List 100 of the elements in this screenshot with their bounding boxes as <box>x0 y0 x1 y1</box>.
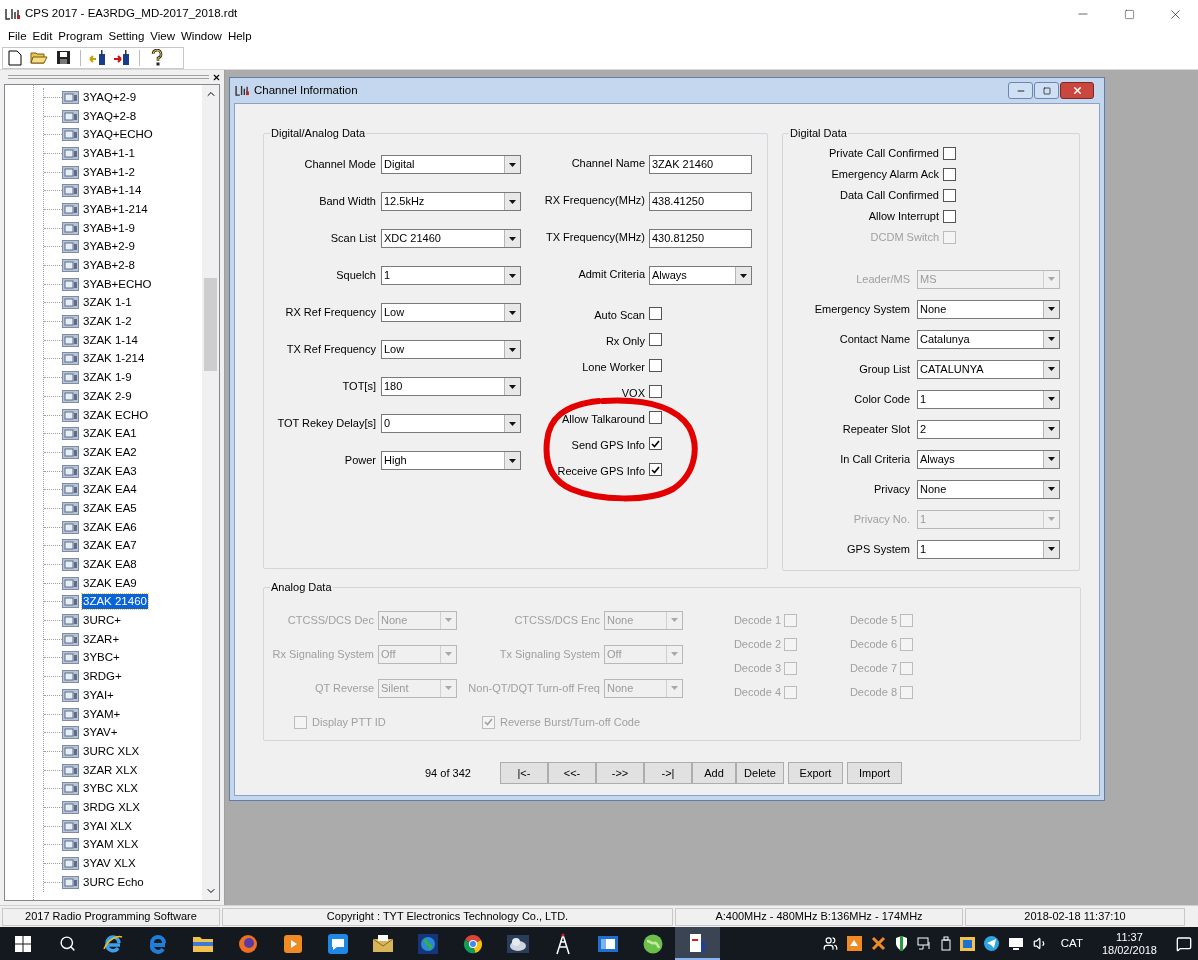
dropdown[interactable]: XDC 21460 <box>381 229 521 248</box>
tray-app-icon[interactable] <box>870 936 886 951</box>
tree-item[interactable]: 3ZAK 1-9 <box>82 370 133 386</box>
tree-item[interactable]: 3URC+ <box>82 613 123 629</box>
dropdown[interactable]: 12.5kHz <box>381 192 521 211</box>
network-icon[interactable] <box>916 936 932 951</box>
dropdown[interactable]: 1 <box>917 389 1060 409</box>
shield-icon[interactable] <box>894 936 908 951</box>
tree-item[interactable]: 3ZAK EA4 <box>82 482 138 498</box>
tree-item[interactable]: 3YAQ+ECHO <box>82 127 154 143</box>
language-indicator[interactable]: CAT <box>1060 934 1083 953</box>
menu-item[interactable]: Program <box>55 28 106 46</box>
menu-item[interactable]: Setting <box>105 28 148 46</box>
text-field[interactable]: 430.81250 <box>649 229 752 248</box>
nav-button[interactable]: Import <box>847 762 902 784</box>
tree-item[interactable]: 3YAB+1-2 <box>82 164 136 180</box>
tree-item[interactable]: 3YAB+1-14 <box>82 183 143 199</box>
dropdown[interactable]: None <box>917 479 1060 499</box>
tree-item[interactable]: 3ZAR+ <box>82 631 121 647</box>
nav-button[interactable]: ->> <box>596 762 644 784</box>
usb-drive-icon[interactable] <box>940 936 951 951</box>
menu-item[interactable]: Help <box>224 28 255 46</box>
text-field[interactable]: 438.41250 <box>649 192 752 211</box>
close-panel-icon[interactable] <box>212 72 221 82</box>
scrollbar[interactable] <box>202 85 219 900</box>
tree-item[interactable]: 3ZAK 2-9 <box>82 388 133 404</box>
clock[interactable]: 11:37 18/02/2018 <box>1101 930 1157 957</box>
dropdown[interactable]: Low <box>381 340 521 359</box>
dropdown[interactable]: High <box>381 451 521 470</box>
close-button[interactable] <box>1060 82 1094 99</box>
dropdown[interactable]: Always <box>649 266 752 285</box>
dropdown[interactable]: Low <box>381 303 521 322</box>
new-document-icon[interactable] <box>8 49 22 66</box>
people-icon[interactable] <box>822 936 838 951</box>
dropdown[interactable]: None <box>917 299 1060 319</box>
tree-item[interactable]: 3YAM+ <box>82 706 122 722</box>
tree-item[interactable]: 3RDG XLX <box>82 799 141 815</box>
checkbox[interactable] <box>649 411 662 424</box>
nav-button[interactable]: Export <box>788 762 843 784</box>
dropdown[interactable]: CATALUNYA <box>917 359 1060 379</box>
tree-item[interactable]: 3YAB+ECHO <box>82 276 153 292</box>
tree-item[interactable]: 3ZAK EA5 <box>82 500 138 516</box>
help-icon[interactable] <box>151 49 163 66</box>
tree-item[interactable]: 3YAV XLX <box>82 856 137 872</box>
dropdown[interactable]: 2 <box>917 419 1060 439</box>
tree-item[interactable]: 3YAV+ <box>82 725 119 741</box>
tree-item[interactable]: 3YAM XLX <box>82 837 140 853</box>
tree-item[interactable]: 3ZAK EA6 <box>82 519 138 535</box>
tree-item[interactable]: 3ZAR XLX <box>82 762 139 778</box>
tree-item[interactable]: 3YBC XLX <box>82 781 139 797</box>
tree-item[interactable]: 3ZAK ECHO <box>82 407 150 423</box>
tree-item[interactable]: 3YBC+ <box>82 650 121 666</box>
tree-item[interactable]: 3YAQ+2-9 <box>82 89 138 105</box>
menu-item[interactable]: Window <box>178 28 225 46</box>
tree-item[interactable]: 3ZAK EA8 <box>82 557 138 573</box>
dropdown[interactable]: 1 <box>917 539 1060 559</box>
nav-button[interactable]: <<- <box>548 762 596 784</box>
dropdown[interactable]: 0 <box>381 414 521 433</box>
radio-read-icon[interactable] <box>89 49 107 66</box>
dropdown[interactable]: Digital <box>381 155 521 174</box>
dropdown[interactable]: 1 <box>381 266 521 285</box>
checkbox[interactable] <box>943 168 956 181</box>
menu-item[interactable]: Edit <box>29 28 56 46</box>
tree-item[interactable]: 3RDG+ <box>82 669 123 685</box>
tree-item[interactable]: 3YAB+1-214 <box>82 201 149 217</box>
tree-item[interactable]: 3ZAK EA9 <box>82 575 138 591</box>
save-icon[interactable] <box>55 50 71 65</box>
menu-item[interactable]: View <box>147 28 178 46</box>
checkbox[interactable] <box>649 333 662 346</box>
nav-button[interactable]: Delete <box>736 762 784 784</box>
tree-item[interactable]: 3YAI XLX <box>82 818 133 834</box>
tray-app-icon[interactable] <box>846 936 862 951</box>
tree-item[interactable]: 3URC Echo <box>82 874 145 890</box>
checkbox[interactable] <box>649 437 662 450</box>
checkbox[interactable] <box>943 189 956 202</box>
checkbox[interactable] <box>649 385 662 398</box>
checkbox[interactable] <box>649 463 662 476</box>
scrollbar-thumb[interactable] <box>204 278 217 371</box>
open-folder-icon[interactable] <box>30 50 48 65</box>
minimize-button[interactable] <box>1008 82 1033 99</box>
tree-item[interactable]: 3YAQ+2-8 <box>82 108 138 124</box>
radio-write-icon[interactable] <box>113 49 131 66</box>
tree-item[interactable]: 3YAB+1-1 <box>82 145 136 161</box>
dropdown[interactable]: Always <box>917 449 1060 469</box>
tree-item[interactable]: 3YAI+ <box>82 687 115 703</box>
paper-plane-icon[interactable] <box>983 936 999 951</box>
tree-item[interactable]: 3ZAK EA7 <box>82 538 138 554</box>
tree-item[interactable]: 3YAB+2-9 <box>82 239 136 255</box>
tree-item[interactable]: 3ZAK 1-2 <box>82 314 133 330</box>
dropdown[interactable]: 180 <box>381 377 521 396</box>
tree-item[interactable]: 3ZAK EA3 <box>82 463 138 479</box>
tree-item[interactable]: 3YAB+2-8 <box>82 258 136 274</box>
nav-button[interactable]: Add <box>692 762 736 784</box>
tree-item[interactable]: 3URC XLX <box>82 743 141 759</box>
notification-icon[interactable] <box>1176 935 1192 952</box>
menu-item[interactable]: File <box>5 28 30 46</box>
tree-item[interactable]: 3ZAK 21460 <box>82 594 148 610</box>
dropdown[interactable]: Catalunya <box>917 329 1060 349</box>
tree-item[interactable]: 3ZAK EA2 <box>82 444 138 460</box>
tree-item[interactable]: 3ZAK 1-14 <box>82 332 139 348</box>
